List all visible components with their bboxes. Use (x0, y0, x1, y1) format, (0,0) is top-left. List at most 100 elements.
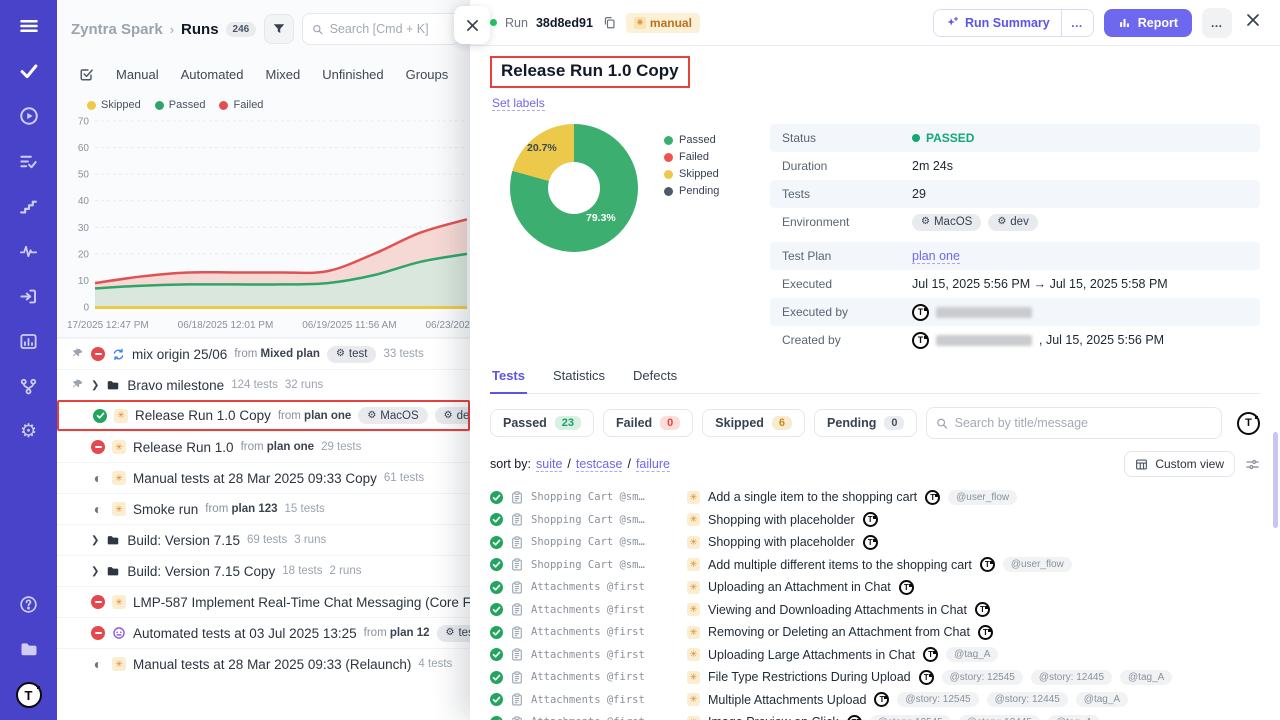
run-meta: 3 runs (294, 534, 326, 546)
test-row[interactable]: Shopping Cart @sm…✳Add multiple differen… (470, 554, 1280, 577)
run-stopped-icon (91, 595, 105, 609)
runs-tab-manual[interactable]: Manual (116, 67, 159, 82)
run-list-item[interactable]: ◐✳Smoke runfrom plan 12315 tests (57, 493, 470, 524)
run-list-item[interactable]: mix origin 25/06from Mixed plan⚙test33 t… (57, 338, 470, 369)
test-row[interactable]: Attachments @first✳Uploading an Attachme… (470, 576, 1280, 599)
more-actions-button[interactable]: … (1202, 8, 1232, 38)
report-button[interactable]: Report (1104, 9, 1192, 37)
chart-legend: SkippedPassedFailed (65, 95, 470, 113)
menu-icon[interactable] (17, 14, 41, 38)
test-row[interactable]: Attachments @first✳File Type Restriction… (470, 666, 1280, 689)
branch-icon[interactable] (17, 374, 41, 398)
select-runs-icon[interactable] (79, 67, 94, 82)
test-row[interactable]: Shopping Cart @sm…✳Add a single item to … (470, 486, 1280, 509)
close-detail-button[interactable] (1242, 11, 1264, 34)
pin-icon (71, 379, 84, 391)
test-row[interactable]: Attachments @first✳Uploading Large Attac… (470, 644, 1280, 667)
pin-icon (71, 379, 83, 391)
tab-defects[interactable]: Defects (631, 368, 679, 393)
filter-pending-button[interactable]: Pending0 (814, 409, 917, 437)
scrollbar[interactable] (1273, 432, 1278, 528)
runs-tab-mixed[interactable]: Mixed (266, 67, 301, 82)
check-icon (492, 560, 501, 569)
tab-statistics[interactable]: Statistics (551, 368, 607, 393)
info-label: Created by (782, 333, 912, 347)
set-labels-link[interactable]: Set labels (492, 96, 545, 111)
reports-icon[interactable] (17, 329, 41, 353)
run-list-item[interactable]: ❯Bravo milestone124 tests32 runs (57, 369, 470, 400)
test-title: Shopping with placeholder (708, 535, 855, 549)
svg-text:10: 10 (78, 276, 90, 287)
count-badge: 0 (660, 416, 680, 430)
panel-close-tab[interactable] (454, 6, 490, 44)
test-row[interactable]: Attachments @first✳Viewing and Downloadi… (470, 599, 1280, 622)
runs-tab-groups[interactable]: Groups (406, 67, 449, 82)
runs-tab-automated[interactable]: Automated (181, 67, 244, 82)
milestones-icon[interactable] (17, 284, 41, 308)
test-cases-icon[interactable] (17, 59, 41, 83)
settings-gear-icon[interactable]: ⚙ (17, 419, 41, 443)
tab-tests[interactable]: Tests (490, 368, 527, 394)
run-summary-button[interactable]: Run Summary (934, 10, 1061, 36)
run-info-table: StatusPASSEDDuration2m 24sTests29Environ… (770, 124, 1260, 354)
filter-skipped-button[interactable]: Skipped6 (702, 409, 805, 437)
folder-icon (106, 533, 120, 547)
filter-button[interactable] (264, 14, 294, 44)
run-list-item[interactable]: ◐✳Manual tests at 28 Mar 2025 09:33 (Rel… (57, 648, 470, 679)
chevron-right-icon[interactable]: ❯ (91, 380, 99, 391)
results-donut-chart: 20.7% 79.3% (510, 124, 638, 252)
info-label: Status (782, 131, 912, 145)
run-summary-more-button[interactable]: … (1061, 10, 1093, 36)
run-list-item[interactable]: ❯Build: Version 7.1569 tests3 runs (57, 524, 470, 555)
chevron-right-icon[interactable]: ❯ (91, 566, 99, 577)
svg-text:30: 30 (78, 223, 90, 234)
test-plan-link[interactable]: plan one (912, 249, 960, 264)
test-row[interactable]: Attachments @first✳Multiple Attachments … (470, 689, 1280, 712)
donut-legend-failed: Failed (664, 151, 744, 163)
pulse-icon[interactable] (17, 239, 41, 263)
sort-testcase-link[interactable]: testcase (576, 457, 623, 472)
help-icon[interactable] (17, 592, 41, 616)
check-icon (492, 650, 501, 659)
run-list-item[interactable]: ◐✳Manual tests at 28 Mar 2025 09:33 Copy… (57, 462, 470, 493)
run-title: Release Run 1.0 (133, 440, 234, 455)
run-list-item[interactable]: ✳Release Run 1.0from plan one29 tests (57, 431, 470, 462)
run-list-item[interactable]: Automated tests at 03 Jul 2025 13:25from… (57, 617, 470, 648)
tests-search-input[interactable] (955, 416, 1212, 430)
shared-steps-icon[interactable] (17, 194, 41, 218)
run-title: Manual tests at 28 Mar 2025 09:33 (Relau… (133, 657, 411, 672)
manual-run-icon: ✳ (687, 513, 700, 526)
test-row[interactable]: Attachments @first✳Removing or Deleting … (470, 621, 1280, 644)
project-name[interactable]: Zyntra Spark (71, 21, 163, 38)
test-passed-icon (490, 558, 503, 571)
sort-failure-link[interactable]: failure (636, 457, 670, 472)
run-list-item[interactable]: ❯Build: Version 7.15 Copy18 tests2 runs (57, 555, 470, 586)
sort-suite-link[interactable]: suite (536, 457, 562, 472)
plans-icon[interactable] (17, 149, 41, 173)
folder-library-icon[interactable] (17, 637, 41, 661)
test-row[interactable]: Shopping Cart @sm…✳Shopping with placeho… (470, 509, 1280, 532)
chevron-right-icon[interactable]: ❯ (91, 535, 99, 546)
filter-failed-button[interactable]: Failed0 (603, 409, 693, 437)
test-row[interactable]: Attachments @first✳Image Preview on Clic… (470, 711, 1280, 720)
close-icon (466, 19, 479, 32)
run-detail-panel: Run 38d8ed91 ✳ manual Run Summary … (470, 0, 1280, 720)
copy-run-id-button[interactable] (601, 14, 618, 31)
test-row[interactable]: Shopping Cart @sm…✳Shopping with placeho… (470, 531, 1280, 554)
run-list-item[interactable]: ✳LMP-587 Implement Real-Time Chat Messag… (57, 586, 470, 617)
custom-view-button[interactable]: Custom view (1124, 451, 1235, 477)
sidebar-user-avatar[interactable]: T (16, 682, 42, 708)
runs-icon[interactable] (17, 104, 41, 128)
search-icon (936, 417, 948, 430)
breadcrumb: Zyntra Spark › Runs 246 (71, 21, 256, 38)
test-suite: Shopping Cart @sm… (531, 559, 679, 571)
sliders-icon[interactable] (1245, 457, 1260, 472)
svg-text:20: 20 (78, 249, 90, 260)
runs-tab-unfinished[interactable]: Unfinished (322, 67, 383, 82)
sync-run-icon (112, 348, 125, 361)
filter-passed-button[interactable]: Passed23 (490, 409, 594, 437)
runs-tab-list: Manual Automated Mixed Unfinished Groups (116, 67, 448, 82)
runs-search-input[interactable] (330, 22, 450, 36)
run-list-item[interactable]: ✳Release Run 1.0 Copyfrom plan one⚙MacOS… (57, 400, 470, 431)
test-passed-icon (490, 693, 503, 706)
